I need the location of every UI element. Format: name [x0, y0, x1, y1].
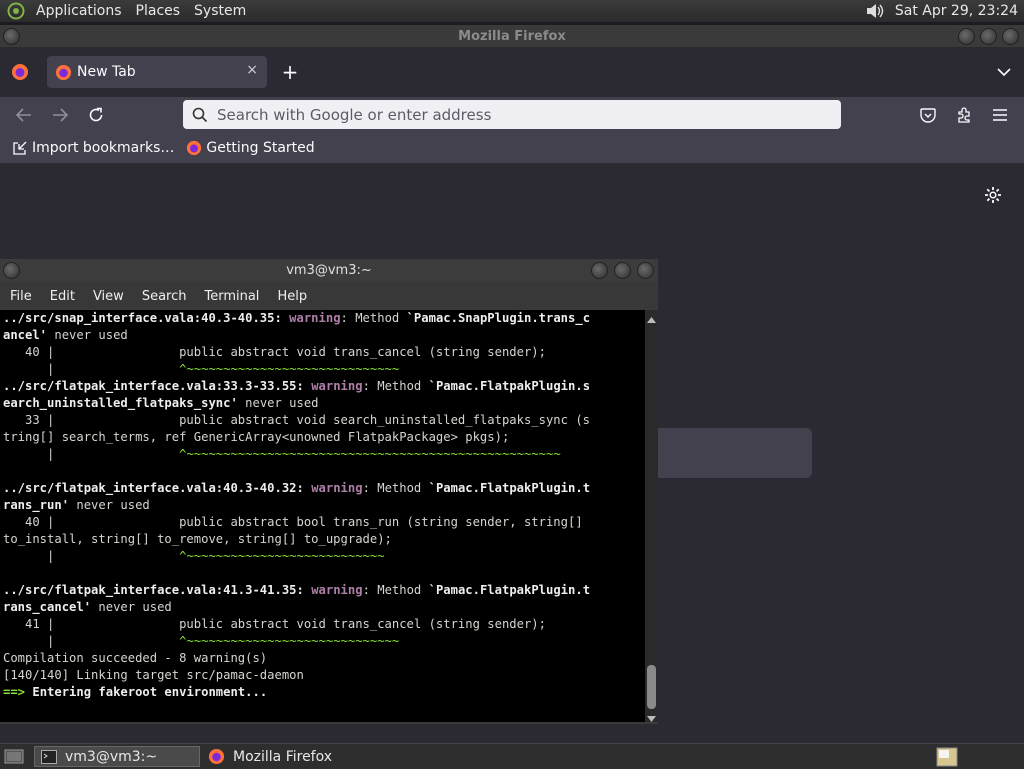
terminal-screen[interactable]: ../src/snap_interface.vala:40.3-40.35: w…: [0, 310, 645, 722]
bookmark-import[interactable]: Import bookmarks…: [12, 140, 174, 156]
menu-help[interactable]: Help: [267, 289, 315, 304]
terminal-icon: [41, 749, 57, 764]
list-all-tabs-icon[interactable]: [994, 63, 1014, 81]
terminal-line: 41 | public abstract void trans_cancel (…: [3, 617, 546, 631]
firefox-tab-icon: [55, 64, 72, 81]
terminal-line: | ^~~~~~~~~~~~~~~~~~~~~~~~~~~~~~: [3, 362, 400, 376]
scroll-up-arrow-icon[interactable]: [647, 312, 656, 327]
bottom-panel: vm3@vm3:~ Mozilla Firefox: [0, 743, 1024, 769]
close-window-button[interactable]: [637, 262, 654, 279]
terminal-line: ../src/flatpak_interface.vala:33.3-33.55…: [3, 379, 591, 393]
terminal-line: ../src/snap_interface.vala:40.3-40.35: w…: [3, 311, 591, 325]
back-icon[interactable]: [14, 106, 34, 124]
close-tab-icon[interactable]: ×: [246, 62, 258, 78]
workspace-switcher-icon[interactable]: [936, 747, 958, 767]
window-menu-button[interactable]: [3, 28, 20, 45]
top-panel: Applications Places System Sat Apr 29, 2…: [0, 0, 1024, 22]
volume-icon[interactable]: [865, 2, 885, 20]
terminal-scrollbar[interactable]: [645, 310, 658, 722]
pocket-icon[interactable]: [918, 106, 938, 124]
minimize-button[interactable]: [591, 262, 608, 279]
firefox-view-icon[interactable]: [10, 62, 30, 82]
terminal-line: 33 | public abstract void search_uninsta…: [3, 413, 590, 427]
new-tab-button[interactable]: +: [280, 60, 300, 84]
terminal-line: ancel' never used: [3, 328, 128, 342]
window-menu-button[interactable]: [3, 262, 20, 279]
firefox-navbar: Search with Google or enter address: [0, 97, 1024, 133]
maximize-button[interactable]: [980, 28, 997, 45]
firefox-icon: [208, 748, 225, 765]
task-terminal-label: vm3@vm3:~: [65, 748, 158, 765]
close-window-button[interactable]: [1002, 28, 1019, 45]
terminal-line: | ^~~~~~~~~~~~~~~~~~~~~~~~~~~~~~: [3, 634, 400, 648]
firefox-titlebar: Mozilla Firefox: [0, 25, 1024, 47]
terminal-line: ==> Entering fakeroot environment...: [3, 685, 268, 699]
menu-view[interactable]: View: [83, 289, 132, 304]
task-firefox[interactable]: Mozilla Firefox: [202, 746, 338, 767]
forward-icon[interactable]: [50, 106, 70, 124]
system-menu[interactable]: System: [188, 3, 254, 19]
terminal-line: rans_cancel' never used: [3, 600, 172, 614]
task-firefox-label: Mozilla Firefox: [233, 748, 333, 765]
terminal-line: [140/140] Linking target src/pamac-daemo…: [3, 668, 304, 682]
hamburger-menu-icon[interactable]: [990, 106, 1010, 124]
extensions-icon[interactable]: [954, 106, 974, 124]
terminal-window: vm3@vm3:~ File Edit View Search Terminal…: [0, 259, 658, 724]
window-title: Mozilla Firefox: [458, 28, 566, 44]
distro-logo-icon[interactable]: [6, 1, 26, 21]
reload-icon[interactable]: [86, 106, 106, 124]
terminal-title: vm3@vm3:~: [286, 262, 372, 278]
firefox-tabbar: New Tab × +: [0, 47, 1024, 97]
task-terminal[interactable]: vm3@vm3:~: [34, 746, 200, 767]
clock[interactable]: Sat Apr 29, 23:24: [885, 3, 1024, 19]
terminal-line: | ^~~~~~~~~~~~~~~~~~~~~~~~~~~~~~~~~~~~~~…: [3, 447, 561, 461]
firefox-icon: [186, 140, 202, 156]
show-desktop-icon[interactable]: [4, 748, 24, 766]
terminal-titlebar[interactable]: vm3@vm3:~: [0, 259, 658, 281]
terminal-line: ../src/flatpak_interface.vala:41.3-41.35…: [3, 583, 591, 597]
terminal-line: tring[] search_terms, ref GenericArray<u…: [3, 430, 510, 444]
menu-file[interactable]: File: [0, 289, 40, 304]
terminal-line: ../src/flatpak_interface.vala:40.3-40.32…: [3, 481, 591, 495]
menu-terminal[interactable]: Terminal: [194, 289, 267, 304]
menu-edit[interactable]: Edit: [40, 289, 83, 304]
terminal-line: Compilation succeeded - 8 warning(s): [3, 651, 268, 665]
maximize-button[interactable]: [614, 262, 631, 279]
terminal-line: to_install, string[] to_remove, string[]…: [3, 532, 392, 546]
tab-new-tab[interactable]: New Tab ×: [47, 56, 267, 88]
menu-search[interactable]: Search: [132, 289, 195, 304]
terminal-line: 40 | public abstract bool trans_run (str…: [3, 515, 583, 529]
import-icon: [12, 140, 28, 156]
places-menu[interactable]: Places: [130, 3, 189, 19]
address-bar[interactable]: Search with Google or enter address: [183, 100, 841, 129]
terminal-line: 40 | public abstract void trans_cancel (…: [3, 345, 546, 359]
settings-gear-icon[interactable]: [983, 185, 1003, 205]
terminal-line: rans_run' never used: [3, 498, 150, 512]
terminal-line: earch_uninstalled_flatpaks_sync' never u…: [3, 396, 319, 410]
bookmark-getting-started-label: Getting Started: [206, 140, 315, 156]
terminal-line: | ^~~~~~~~~~~~~~~~~~~~~~~~~~~~: [3, 549, 385, 563]
search-icon: [192, 107, 208, 123]
bookmark-getting-started[interactable]: Getting Started: [186, 140, 315, 156]
scrollbar-thumb[interactable]: [647, 665, 656, 709]
tab-label: New Tab: [77, 64, 136, 80]
search-box-shadow: [640, 428, 812, 478]
bookmarks-toolbar: Import bookmarks… Getting Started: [0, 133, 1024, 163]
terminal-menubar: File Edit View Search Terminal Help: [0, 283, 658, 309]
minimize-button[interactable]: [958, 28, 975, 45]
scroll-down-arrow-icon[interactable]: [647, 712, 656, 727]
address-placeholder: Search with Google or enter address: [217, 105, 492, 124]
applications-menu[interactable]: Applications: [30, 3, 130, 19]
bookmark-import-label: Import bookmarks…: [32, 140, 175, 156]
